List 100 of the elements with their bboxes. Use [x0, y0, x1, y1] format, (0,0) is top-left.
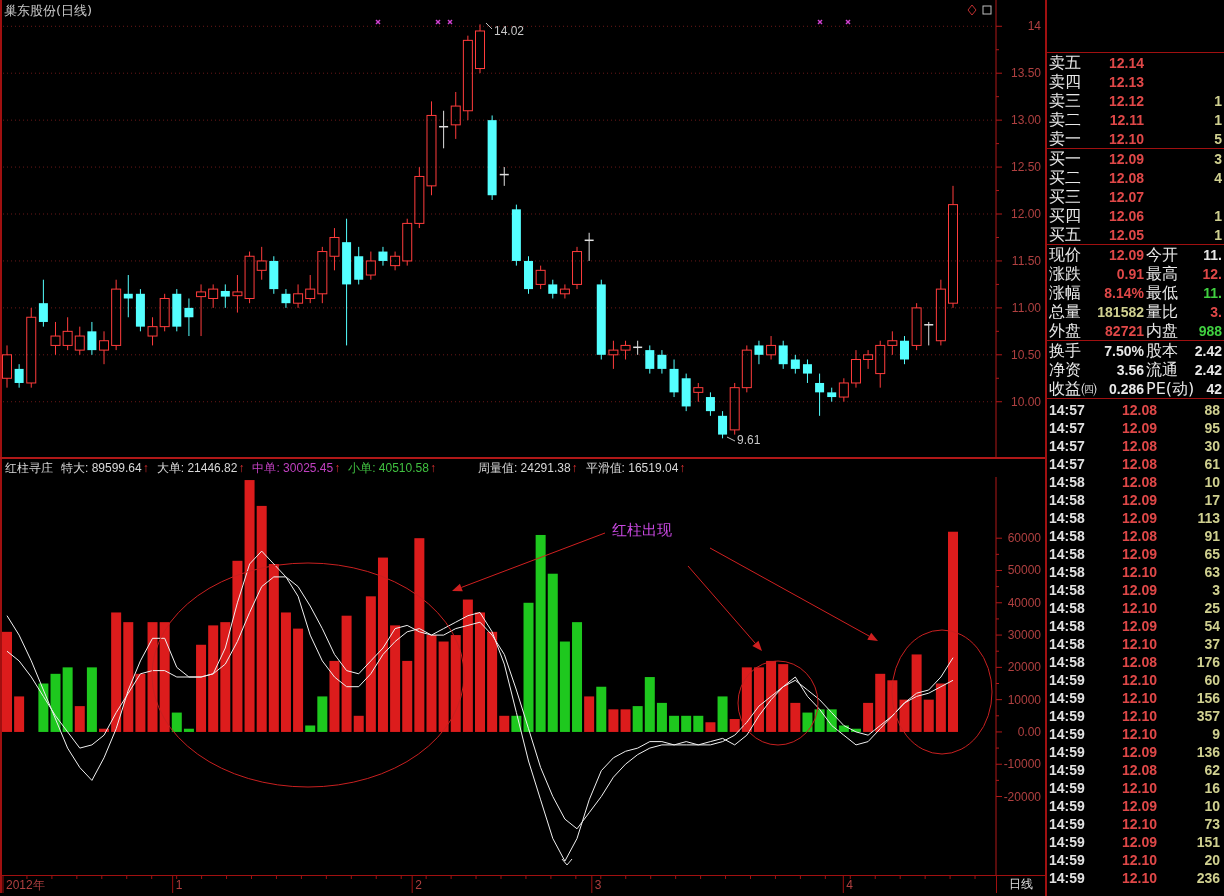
bid-price: 12.08 — [1108, 169, 1144, 186]
indicator-reading: 小单: 40510.58 — [348, 459, 429, 477]
tick-time: 14:59 — [1049, 816, 1085, 832]
info-label: 股本 — [1146, 341, 1178, 360]
tick-time: 14:59 — [1049, 870, 1085, 886]
candle — [269, 255, 279, 295]
quote-label: 涨跌 — [1049, 264, 1081, 283]
quote-value: 11. — [1203, 284, 1222, 301]
ask-volume: 1 — [1214, 111, 1222, 128]
chevron-down-icon[interactable] — [561, 858, 573, 866]
tick-price: 12.10 — [1121, 690, 1157, 706]
tick-time: 14:59 — [1049, 744, 1085, 760]
tick-price: 12.09 — [1121, 582, 1157, 598]
y-tick-label: 12.00 — [1010, 207, 1041, 221]
info-label: 收益㈣ — [1049, 379, 1097, 398]
tick-volume: 10 — [1204, 798, 1220, 814]
indicator-reading: 特大: 89599.64 — [61, 459, 142, 477]
y-tick-label: 11.00 — [1011, 300, 1041, 315]
tick-price: 12.10 — [1121, 816, 1157, 832]
tick-price: 12.08 — [1121, 654, 1157, 670]
tick-time: 14:58 — [1049, 564, 1085, 580]
trend-arrow: ↑ — [429, 461, 436, 475]
tick-price: 12.08 — [1121, 528, 1157, 544]
tick-time: 14:59 — [1049, 726, 1085, 742]
tick-volume: 37 — [1204, 636, 1220, 652]
quote-label: 现价 — [1049, 245, 1081, 264]
stock-title: 巢东股份(日线) — [4, 3, 93, 18]
trend-arrow: ↑ — [142, 461, 149, 475]
candle — [645, 344, 655, 375]
tick-volume: 16 — [1204, 780, 1220, 796]
tick-price: 12.10 — [1121, 672, 1157, 688]
quote-label: 量比 — [1146, 302, 1178, 321]
quote-value: 82721 — [1105, 322, 1144, 339]
tick-time: 14:58 — [1049, 492, 1085, 508]
tick-volume: 156 — [1196, 690, 1220, 706]
candle — [232, 274, 243, 314]
info-label: PE(动) — [1146, 379, 1195, 398]
candle — [87, 321, 97, 356]
quote-label: 外盘 — [1049, 321, 1081, 340]
low-price-label: 9.61 — [737, 433, 761, 447]
ask-volume: 5 — [1214, 130, 1222, 147]
tick-price: 12.08 — [1121, 762, 1157, 778]
tick-price: 12.09 — [1121, 510, 1157, 526]
candle — [220, 283, 230, 309]
candle — [50, 321, 61, 356]
marker-icon — [817, 19, 823, 25]
tick-price: 12.09 — [1121, 420, 1157, 436]
bid-label: 买三 — [1049, 187, 1081, 206]
candle — [815, 373, 825, 417]
candle — [135, 288, 145, 332]
bid-volume: 1 — [1214, 207, 1222, 224]
ask-label: 卖三 — [1049, 91, 1081, 110]
candle — [74, 326, 85, 356]
candle — [329, 227, 340, 271]
square-icon[interactable] — [982, 5, 992, 15]
info-label: 净资 — [1049, 360, 1081, 379]
y-tick-label: 10.00 — [1010, 394, 1041, 409]
diamond-icon[interactable] — [967, 4, 977, 16]
candle — [790, 354, 800, 375]
time-axis-label: 3 — [594, 878, 602, 892]
tick-time: 14:58 — [1049, 528, 1085, 544]
trend-arrow: ↑ — [571, 461, 578, 475]
y-tick-label: 12.50 — [1010, 160, 1041, 175]
quote-value: 11. — [1203, 246, 1222, 263]
quote-label: 最高 — [1146, 264, 1178, 283]
candle — [693, 382, 704, 403]
tick-volume: 91 — [1204, 528, 1220, 544]
tick-price: 12.08 — [1121, 456, 1157, 472]
tick-time: 14:59 — [1049, 798, 1085, 814]
trend-arrow: ↑ — [334, 461, 341, 475]
info-value: 42 — [1206, 380, 1222, 397]
candle — [293, 283, 304, 309]
tick-time: 14:59 — [1049, 672, 1085, 688]
time-axis-label: 1 — [175, 878, 183, 892]
tick-volume: 3 — [1212, 582, 1220, 598]
candle — [354, 246, 364, 285]
tick-volume: 65 — [1204, 546, 1220, 562]
candle — [548, 279, 558, 299]
y-tick-label: 14 — [1027, 19, 1041, 34]
ask-label: 卖五 — [1049, 53, 1081, 72]
tick-volume: 9 — [1212, 726, 1220, 742]
tick-time: 14:57 — [1049, 456, 1085, 472]
tick-time: 14:57 — [1049, 402, 1085, 418]
ask-label: 卖一 — [1049, 129, 1081, 148]
indicator-reading: 周量值: 24291.38 — [477, 459, 571, 477]
candle — [657, 349, 667, 375]
info-value: 0.286 — [1108, 380, 1144, 397]
annotation-label: 红柱出现 — [612, 521, 672, 539]
quote-label: 最低 — [1146, 283, 1178, 302]
tick-time: 14:59 — [1049, 762, 1085, 778]
ask-price: 12.10 — [1108, 130, 1144, 147]
ask-price: 12.11 — [1109, 111, 1144, 128]
quote-value: 3. — [1210, 303, 1222, 320]
candle — [499, 166, 509, 187]
tick-time: 14:58 — [1049, 510, 1085, 526]
candle — [378, 246, 388, 267]
tick-volume: 17 — [1204, 492, 1220, 508]
tick-volume: 10 — [1204, 474, 1220, 490]
indicator-reading: 平滑值: 16519.04 — [585, 459, 679, 477]
tick-price: 12.10 — [1121, 636, 1157, 652]
